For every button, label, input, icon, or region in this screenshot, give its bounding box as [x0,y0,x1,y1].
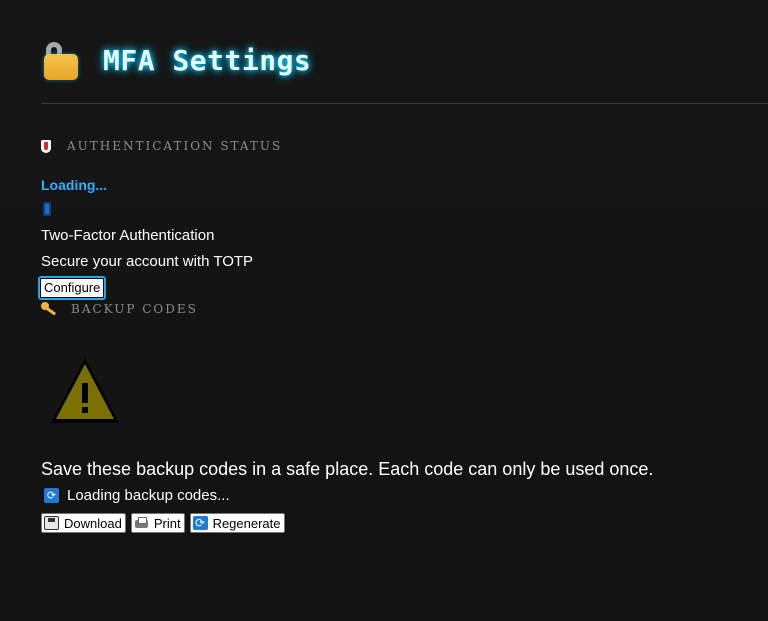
print-button[interactable]: Print [130,513,185,533]
auth-status-heading-text: AUTHENTICATION STATUS [67,139,283,153]
backup-codes-heading: BACKUP CODES [41,302,198,316]
backup-codes-loading: ⟳ Loading backup codes... [44,487,230,504]
refresh-icon: ⟳ [192,516,208,530]
print-button-label: Print [153,515,181,531]
backup-codes-info: Save these backup codes in a safe place.… [41,459,654,479]
shield-icon [41,139,51,153]
backup-codes-heading-text: BACKUP CODES [71,302,198,316]
auth-status-text: Loading... [41,177,108,193]
phone-icon [43,202,51,216]
warning-icon [51,358,119,423]
mfa-method-title: Two-Factor Authentication [41,227,215,244]
floppy-disk-icon [44,516,59,530]
backup-codes-actions: Download Print ⟳ Regenerate [41,513,285,533]
download-button[interactable]: Download [41,513,126,533]
backup-codes-loading-text: Loading backup codes... [67,487,230,504]
configure-button[interactable]: Configure [38,276,107,300]
regenerate-button-label: Regenerate [212,515,281,531]
mfa-method-description: Secure your account with TOTP [41,253,254,270]
page-header: MFA Settings [41,36,311,84]
header-divider [41,103,768,104]
regenerate-button[interactable]: ⟳ Regenerate [189,513,285,533]
auth-status-heading: AUTHENTICATION STATUS [41,139,282,153]
key-icon [41,302,57,316]
printer-icon [134,516,149,530]
page-title: MFA Settings [103,43,312,77]
download-button-label: Download [64,515,122,531]
refresh-icon: ⟳ [44,488,59,503]
lock-icon [41,38,83,82]
